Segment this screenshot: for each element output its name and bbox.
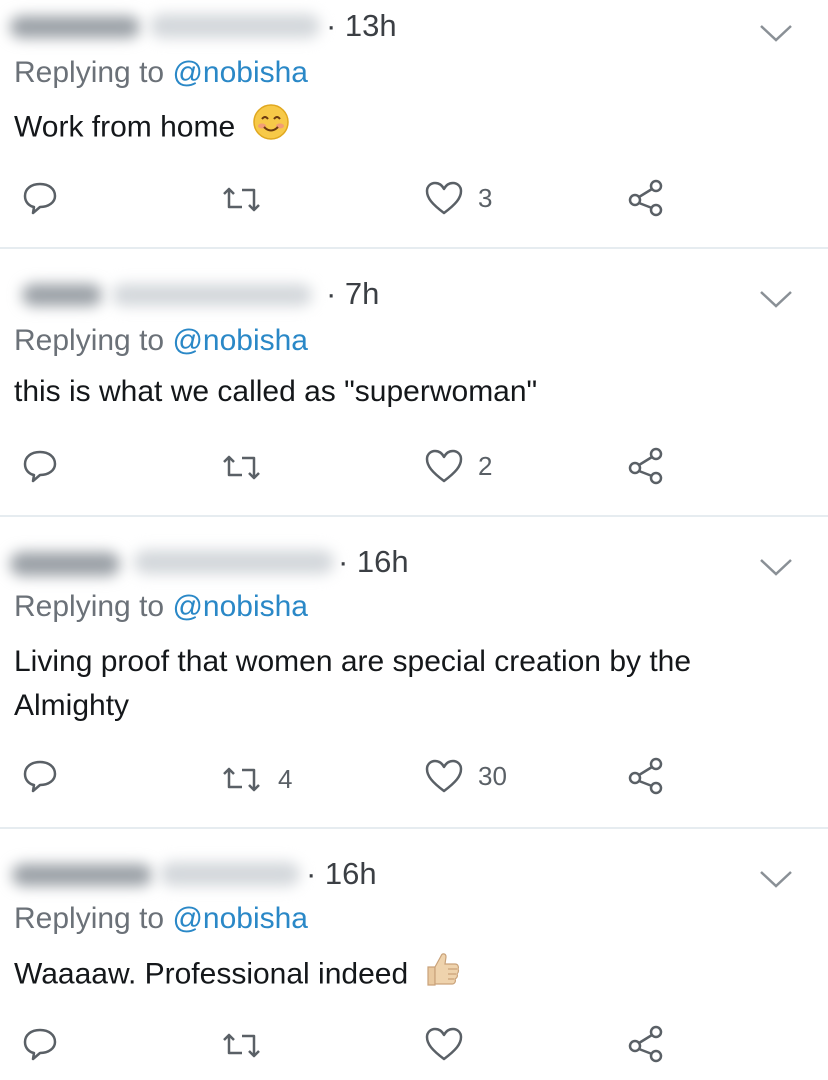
like-count: 2 xyxy=(478,450,493,481)
replying-handle-link[interactable]: @nobisha xyxy=(172,590,308,623)
reply-icon xyxy=(23,182,57,215)
smiling-face-icon xyxy=(252,103,290,154)
reply-button[interactable] xyxy=(22,758,72,794)
tweet-text: Work from home xyxy=(14,103,804,154)
tweet[interactable]: · 7h Replying to @nobisha this is what w… xyxy=(0,250,828,516)
reply-button[interactable] xyxy=(22,448,72,484)
reply-button[interactable] xyxy=(22,1026,72,1062)
retweet-count: 4 xyxy=(278,764,293,794)
chevron-down-icon[interactable] xyxy=(758,288,794,310)
replying-to: Replying to @nobisha xyxy=(14,324,308,358)
like-button[interactable]: 3 xyxy=(424,180,492,216)
blurred-handle xyxy=(134,550,334,574)
like-button[interactable] xyxy=(424,1026,478,1062)
share-icon xyxy=(628,1025,663,1063)
tweet[interactable]: · 16h Replying to @nobisha Waaaaw. Profe… xyxy=(0,830,828,1080)
thumbs-up-icon xyxy=(424,950,460,1001)
blurred-username xyxy=(22,284,102,306)
share-button[interactable] xyxy=(626,1024,666,1064)
blurred-username xyxy=(12,864,152,886)
reply-button[interactable] xyxy=(22,180,72,216)
heart-icon xyxy=(425,759,463,793)
replying-handle-link[interactable]: @nobisha xyxy=(172,324,308,357)
retweet-icon xyxy=(223,767,260,791)
reply-icon xyxy=(23,450,57,483)
retweet-icon xyxy=(223,455,260,480)
tweet-time: · 16h xyxy=(338,544,409,579)
heart-icon xyxy=(425,181,463,215)
chevron-down-icon[interactable] xyxy=(758,868,794,890)
tweet-divider xyxy=(0,827,828,829)
replying-prefix: Replying to xyxy=(14,902,165,935)
retweet-button[interactable] xyxy=(220,454,278,482)
retweet-button[interactable]: 4 xyxy=(220,764,292,795)
retweet-button[interactable] xyxy=(220,186,278,214)
tweet-text-content: this is what we called as "superwoman" xyxy=(14,375,538,408)
like-button[interactable]: 2 xyxy=(424,448,492,484)
replying-handle-link[interactable]: @nobisha xyxy=(172,902,308,935)
replying-to: Replying to @nobisha xyxy=(14,56,308,90)
blurred-handle xyxy=(112,284,312,306)
blurred-username xyxy=(10,552,120,576)
chevron-down-icon[interactable] xyxy=(758,22,794,44)
tweet-time: · 7h xyxy=(326,276,380,311)
like-button[interactable]: 30 xyxy=(424,758,507,794)
tweet-divider xyxy=(0,515,828,517)
tweet-text: Living proof that women are special crea… xyxy=(14,640,804,728)
tweet-text: this is what we called as "superwoman" xyxy=(14,370,804,414)
replying-prefix: Replying to xyxy=(14,590,165,623)
retweet-icon xyxy=(223,187,260,212)
tweet-text-content: Living proof that women are special crea… xyxy=(14,645,692,722)
tweet[interactable]: · 13h Replying to @nobisha Work from hom… xyxy=(0,0,828,248)
share-button[interactable] xyxy=(626,446,666,486)
blurred-handle xyxy=(150,14,320,38)
replying-prefix: Replying to xyxy=(14,324,165,357)
like-count: 3 xyxy=(478,182,493,213)
reply-icon xyxy=(23,760,57,793)
heart-icon xyxy=(425,449,463,483)
like-count: 30 xyxy=(478,760,507,791)
tweet[interactable]: · 16h Replying to @nobisha Living proof … xyxy=(0,518,828,828)
replying-handle-link[interactable]: @nobisha xyxy=(172,56,308,89)
share-button[interactable] xyxy=(626,756,666,796)
tweet-divider xyxy=(0,247,828,249)
share-button[interactable] xyxy=(626,178,666,218)
replying-to: Replying to @nobisha xyxy=(14,902,308,936)
chevron-down-icon[interactable] xyxy=(758,556,794,578)
tweet-text-content: Work from home xyxy=(14,110,236,144)
share-icon xyxy=(628,757,663,795)
replying-prefix: Replying to xyxy=(14,56,165,89)
tweet-text: Waaaaw. Professional indeed xyxy=(14,950,804,1001)
replying-to: Replying to @nobisha xyxy=(14,590,308,624)
tweet-time: · 13h xyxy=(326,8,397,43)
share-icon xyxy=(628,447,663,485)
blurred-username xyxy=(10,16,140,38)
share-icon xyxy=(628,179,663,217)
retweet-button[interactable] xyxy=(220,1032,278,1060)
tweet-time: · 16h xyxy=(306,856,377,891)
reply-icon xyxy=(23,1028,57,1061)
tweet-text-content: Waaaaw. Professional indeed xyxy=(14,957,409,991)
retweet-icon xyxy=(223,1033,260,1058)
heart-icon xyxy=(425,1027,463,1061)
blurred-handle xyxy=(160,862,300,886)
